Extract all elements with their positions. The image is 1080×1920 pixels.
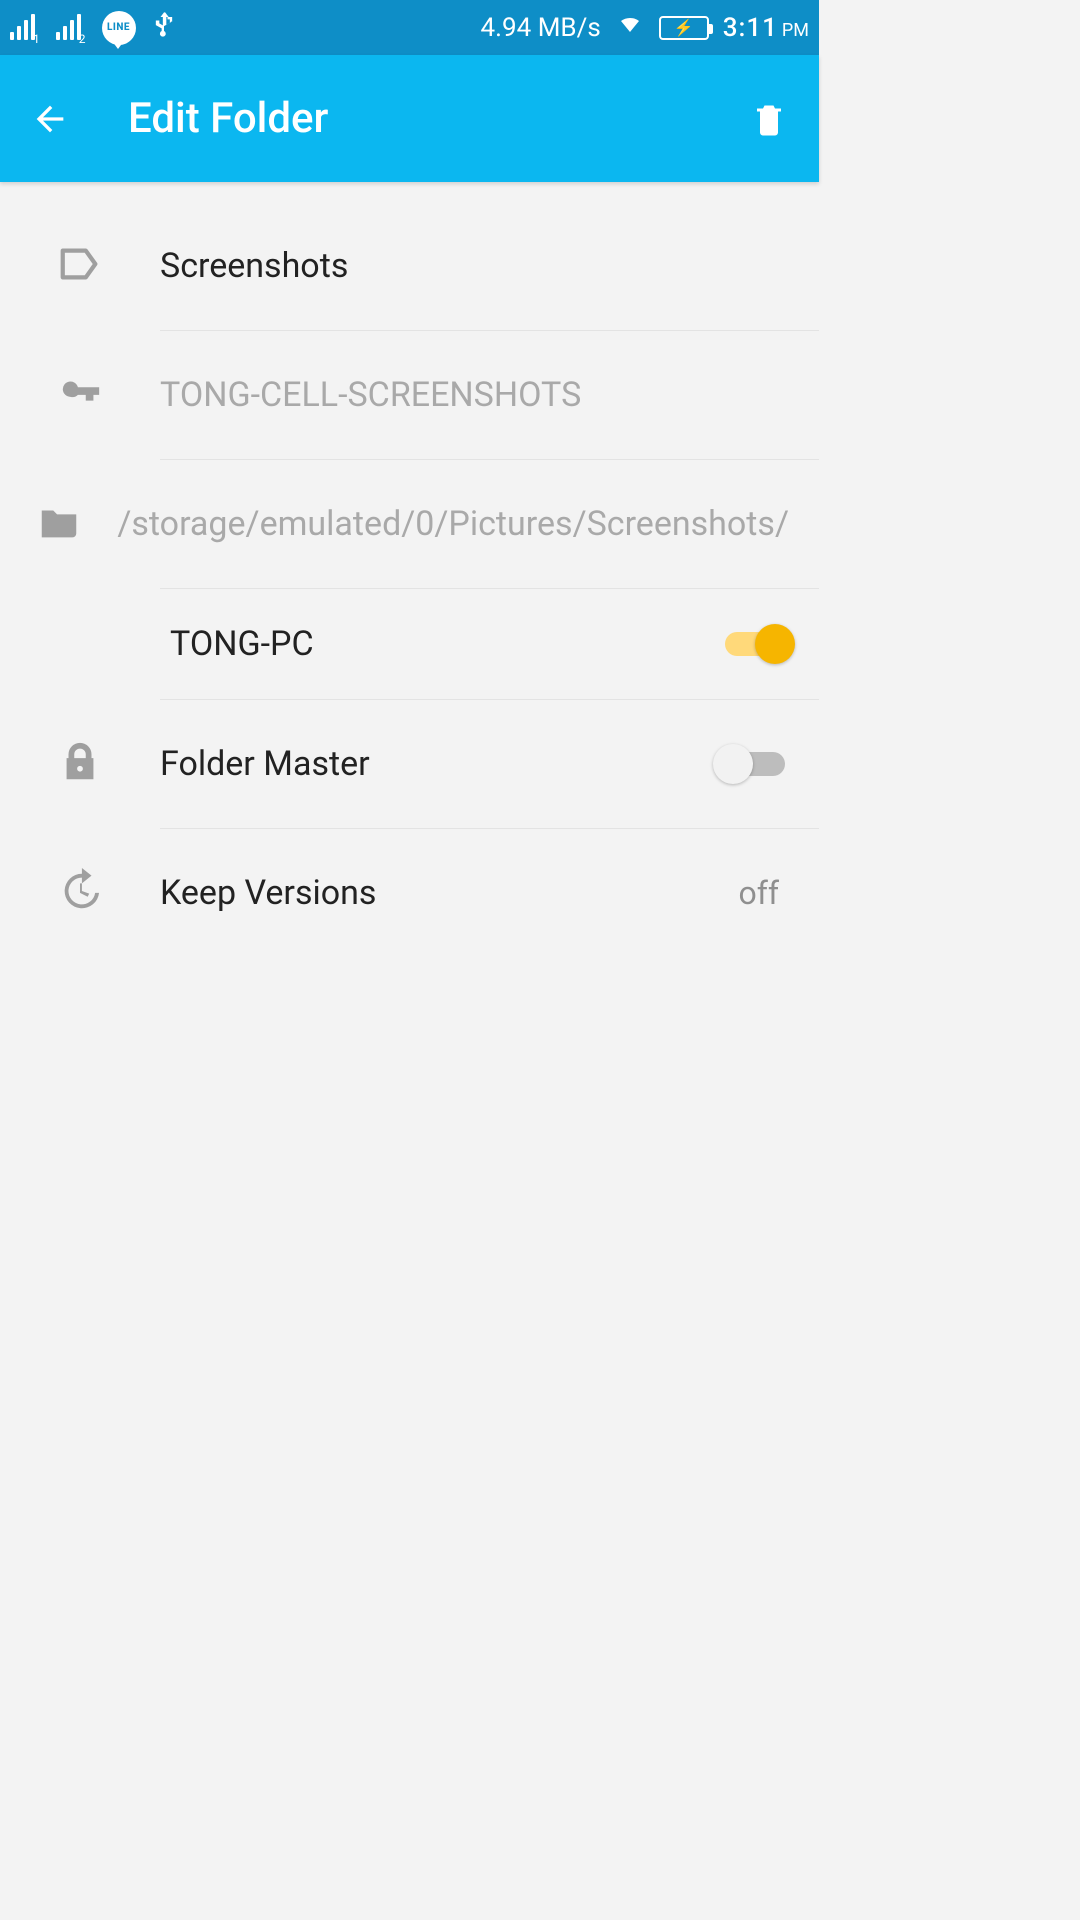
usb-icon <box>150 7 178 48</box>
key-icon <box>57 370 103 420</box>
net-speed: 4.94 MB/s <box>481 13 601 43</box>
signal-sim2-icon: 2 <box>56 16 88 40</box>
device-share-toggle[interactable] <box>717 628 789 660</box>
device-share-row[interactable]: TONG-PC <box>0 589 819 699</box>
folder-id-row[interactable]: TONG-CELL-SCREENSHOTS <box>0 331 819 459</box>
history-icon <box>57 868 103 918</box>
keep-versions-text: Keep Versions <box>160 873 739 913</box>
label-icon <box>57 241 103 291</box>
folder-master-row[interactable]: Folder Master <box>0 700 819 828</box>
wifi-icon <box>615 12 645 43</box>
folder-icon <box>36 499 82 549</box>
back-button[interactable] <box>20 89 80 149</box>
app-bar: Edit Folder <box>0 55 819 182</box>
signal-sim1-icon: 1 <box>10 16 42 40</box>
lock-icon <box>57 739 103 789</box>
page-title: Edit Folder <box>128 94 739 143</box>
device-name-text: TONG-PC <box>160 624 717 664</box>
delete-button[interactable] <box>739 89 799 149</box>
battery-charging-icon: ⚡ <box>659 16 709 40</box>
content: Screenshots TONG-CELL-SCREENSHOTS /stora… <box>0 182 819 957</box>
keep-versions-value: off <box>739 874 790 912</box>
keep-versions-row[interactable]: Keep Versions off <box>0 829 819 957</box>
folder-label-row[interactable]: Screenshots <box>0 202 819 330</box>
status-left: 1 2 LINE <box>10 7 178 48</box>
status-bar: 1 2 LINE 4.94 MB/s ⚡ 3:11PM <box>0 0 819 55</box>
folder-path-row[interactable]: /storage/emulated/0/Pictures/Screenshots… <box>0 460 819 588</box>
line-app-icon: LINE <box>102 11 136 45</box>
folder-path-text: /storage/emulated/0/Pictures/Screenshots… <box>117 502 789 546</box>
clock: 3:11PM <box>723 13 809 43</box>
folder-label-text: Screenshots <box>160 246 789 286</box>
folder-master-toggle[interactable] <box>717 748 789 780</box>
status-right: 4.94 MB/s ⚡ 3:11PM <box>481 12 809 43</box>
folder-master-text: Folder Master <box>160 744 717 784</box>
folder-id-text: TONG-CELL-SCREENSHOTS <box>160 375 789 415</box>
